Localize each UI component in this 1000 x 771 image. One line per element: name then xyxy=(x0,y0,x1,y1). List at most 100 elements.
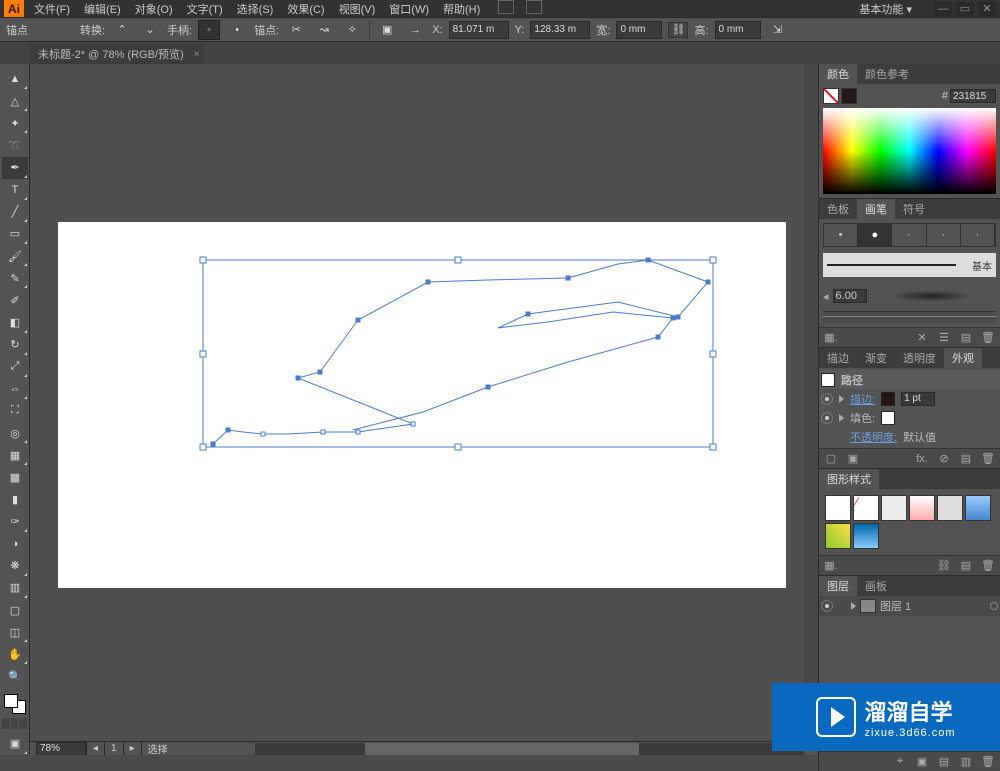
arrange-icon[interactable] xyxy=(526,0,542,14)
align-pixel-icon[interactable]: → xyxy=(404,20,426,40)
zoom-tool-icon[interactable]: 🔍 xyxy=(2,665,28,687)
zoom-input[interactable]: 78% xyxy=(36,742,86,756)
fill-color-swatch[interactable] xyxy=(881,411,895,425)
layers-new-icon[interactable]: ▥ xyxy=(958,755,974,769)
brush-options-icon[interactable]: ☰ xyxy=(936,331,952,345)
type-tool-icon[interactable]: T xyxy=(2,179,28,201)
canvas-horizontal-scrollbar[interactable] xyxy=(255,743,804,755)
layer-visibility-icon[interactable] xyxy=(821,600,833,612)
brush-remove-icon[interactable]: ✕ xyxy=(914,331,930,345)
workspace-switcher[interactable]: 基本功能 ▾ xyxy=(847,1,924,17)
y-input[interactable] xyxy=(530,21,590,39)
artboard[interactable] xyxy=(58,222,786,588)
canvas-vertical-scrollbar[interactable] xyxy=(804,64,818,741)
visibility-eye-icon[interactable] xyxy=(821,393,833,405)
free-transform-tool-icon[interactable]: ⛶ xyxy=(2,400,28,422)
eyedropper-tool-icon[interactable]: ✑ xyxy=(2,511,28,533)
appearance-trash-icon[interactable]: 🗑 xyxy=(980,452,996,466)
layers-sub-icon[interactable]: ▤ xyxy=(936,755,952,769)
style-swatch[interactable] xyxy=(881,495,907,521)
style-swatch[interactable] xyxy=(825,523,851,549)
menu-window[interactable]: 窗口(W) xyxy=(383,0,435,18)
artboard-nav-prev[interactable]: ◂ xyxy=(86,742,104,756)
stroke-color-swatch[interactable] xyxy=(881,392,895,406)
pencil-tool-icon[interactable]: ✎ xyxy=(2,267,28,289)
rectangle-tool-icon[interactable]: ▭ xyxy=(2,223,28,245)
stroke-weight-input[interactable] xyxy=(901,392,935,406)
remove-anchor-icon[interactable]: ✂ xyxy=(285,20,307,40)
tab-symbols[interactable]: 符号 xyxy=(895,199,933,219)
lasso-tool-icon[interactable]: ➰ xyxy=(2,134,28,156)
appearance-dup-icon[interactable]: ▣ xyxy=(845,452,861,466)
brush-new-icon[interactable]: ▤ xyxy=(958,331,974,345)
graph-tool-icon[interactable]: ▥ xyxy=(2,577,28,599)
brush-basic[interactable]: 基本 xyxy=(823,253,996,277)
menu-effect[interactable]: 效果(C) xyxy=(281,0,330,18)
magic-wand-tool-icon[interactable]: ✦ xyxy=(2,112,28,134)
blend-tool-icon[interactable]: ◑ xyxy=(2,533,28,555)
tab-appearance[interactable]: 外观 xyxy=(944,348,982,368)
tab-swatches[interactable]: 色板 xyxy=(819,199,857,219)
tab-transparency[interactable]: 透明度 xyxy=(895,348,944,368)
link-wh-icon[interactable]: ⛓ xyxy=(668,22,688,38)
style-swatch[interactable] xyxy=(909,495,935,521)
opacity-link[interactable]: 不透明度: xyxy=(850,429,897,445)
maximize-button[interactable]: ▭ xyxy=(956,2,974,16)
appearance-stroke-row[interactable]: 描边: xyxy=(819,389,1000,408)
connect-anchor-icon[interactable]: ↝ xyxy=(313,20,335,40)
fill-stroke-swatch[interactable] xyxy=(4,694,26,714)
convert-corner-icon[interactable]: ⌃ xyxy=(111,20,133,40)
transform-icon[interactable]: ⇲ xyxy=(767,20,789,40)
styles-trash-icon[interactable]: 🗑 xyxy=(980,559,996,573)
tab-layers[interactable]: 图层 xyxy=(819,576,857,596)
scale-tool-icon[interactable]: ⤢ xyxy=(2,356,28,378)
appearance-fx-icon[interactable]: fx. xyxy=(914,452,930,466)
paintbrush-tool-icon[interactable]: 🖌 xyxy=(2,245,28,267)
hide-handles-icon[interactable]: • xyxy=(226,20,248,40)
close-button[interactable]: ✕ xyxy=(978,2,996,16)
layer-row[interactable]: 图层 1 xyxy=(819,596,1000,616)
layers-locate-icon[interactable]: ⌖ xyxy=(892,755,908,769)
shape-builder-tool-icon[interactable]: ◎ xyxy=(2,422,28,444)
perspective-tool-icon[interactable]: ▦ xyxy=(2,444,28,466)
blob-brush-tool-icon[interactable]: ✐ xyxy=(2,289,28,311)
menu-type[interactable]: 文字(T) xyxy=(181,0,229,18)
menu-view[interactable]: 视图(V) xyxy=(333,0,382,18)
hand-tool-icon[interactable]: ✋ xyxy=(2,643,28,665)
disclosure-icon[interactable] xyxy=(839,414,844,422)
brush-trash-icon[interactable]: 🗑 xyxy=(980,331,996,345)
cut-path-icon[interactable]: ✧ xyxy=(341,20,363,40)
gradient-tool-icon[interactable]: ▮ xyxy=(2,488,28,510)
brush-size-input[interactable] xyxy=(833,289,867,303)
tab-stroke[interactable]: 描边 xyxy=(819,348,857,368)
eraser-tool-icon[interactable]: ◧ xyxy=(2,311,28,333)
styles-lib-icon[interactable]: ▦. xyxy=(823,559,839,573)
direct-selection-tool-icon[interactable]: △ xyxy=(2,90,28,112)
close-tab-icon[interactable]: × xyxy=(194,49,200,60)
tab-color-guide[interactable]: 颜色参考 xyxy=(857,64,917,84)
artboard-nav-next[interactable]: ▸ xyxy=(123,742,141,756)
canvas[interactable]: 78% ◂ 1 ▸ 选择 xyxy=(30,64,818,755)
selection-tool-icon[interactable]: ▲ xyxy=(2,68,28,90)
style-swatch[interactable] xyxy=(853,523,879,549)
x-input[interactable] xyxy=(449,21,509,39)
styles-break-icon[interactable]: ⛓ xyxy=(936,559,952,573)
artboard-tool-icon[interactable]: ▢ xyxy=(2,599,28,621)
h-input[interactable] xyxy=(715,21,761,39)
appearance-dup2-icon[interactable]: ▤ xyxy=(958,452,974,466)
w-input[interactable] xyxy=(616,21,662,39)
document-tab[interactable]: 未标题-2* @ 78% (RGB/预览) × xyxy=(30,44,204,64)
bridge-icon[interactable] xyxy=(498,0,514,14)
menu-select[interactable]: 选择(S) xyxy=(231,0,280,18)
line-tool-icon[interactable]: ╱ xyxy=(2,201,28,223)
minimize-button[interactable]: — xyxy=(934,2,952,16)
color-stroke-swatch[interactable] xyxy=(841,88,857,104)
width-tool-icon[interactable]: ⇔ xyxy=(2,378,28,400)
tab-artboards[interactable]: 画板 xyxy=(857,576,895,596)
tab-gradient[interactable]: 渐变 xyxy=(857,348,895,368)
color-spectrum[interactable] xyxy=(823,108,996,194)
disclosure-icon[interactable] xyxy=(839,395,844,403)
show-handles-icon[interactable]: ◦ xyxy=(198,20,220,40)
styles-new-icon[interactable]: ▤ xyxy=(958,559,974,573)
appearance-fill-row[interactable]: 填色: xyxy=(819,408,1000,427)
